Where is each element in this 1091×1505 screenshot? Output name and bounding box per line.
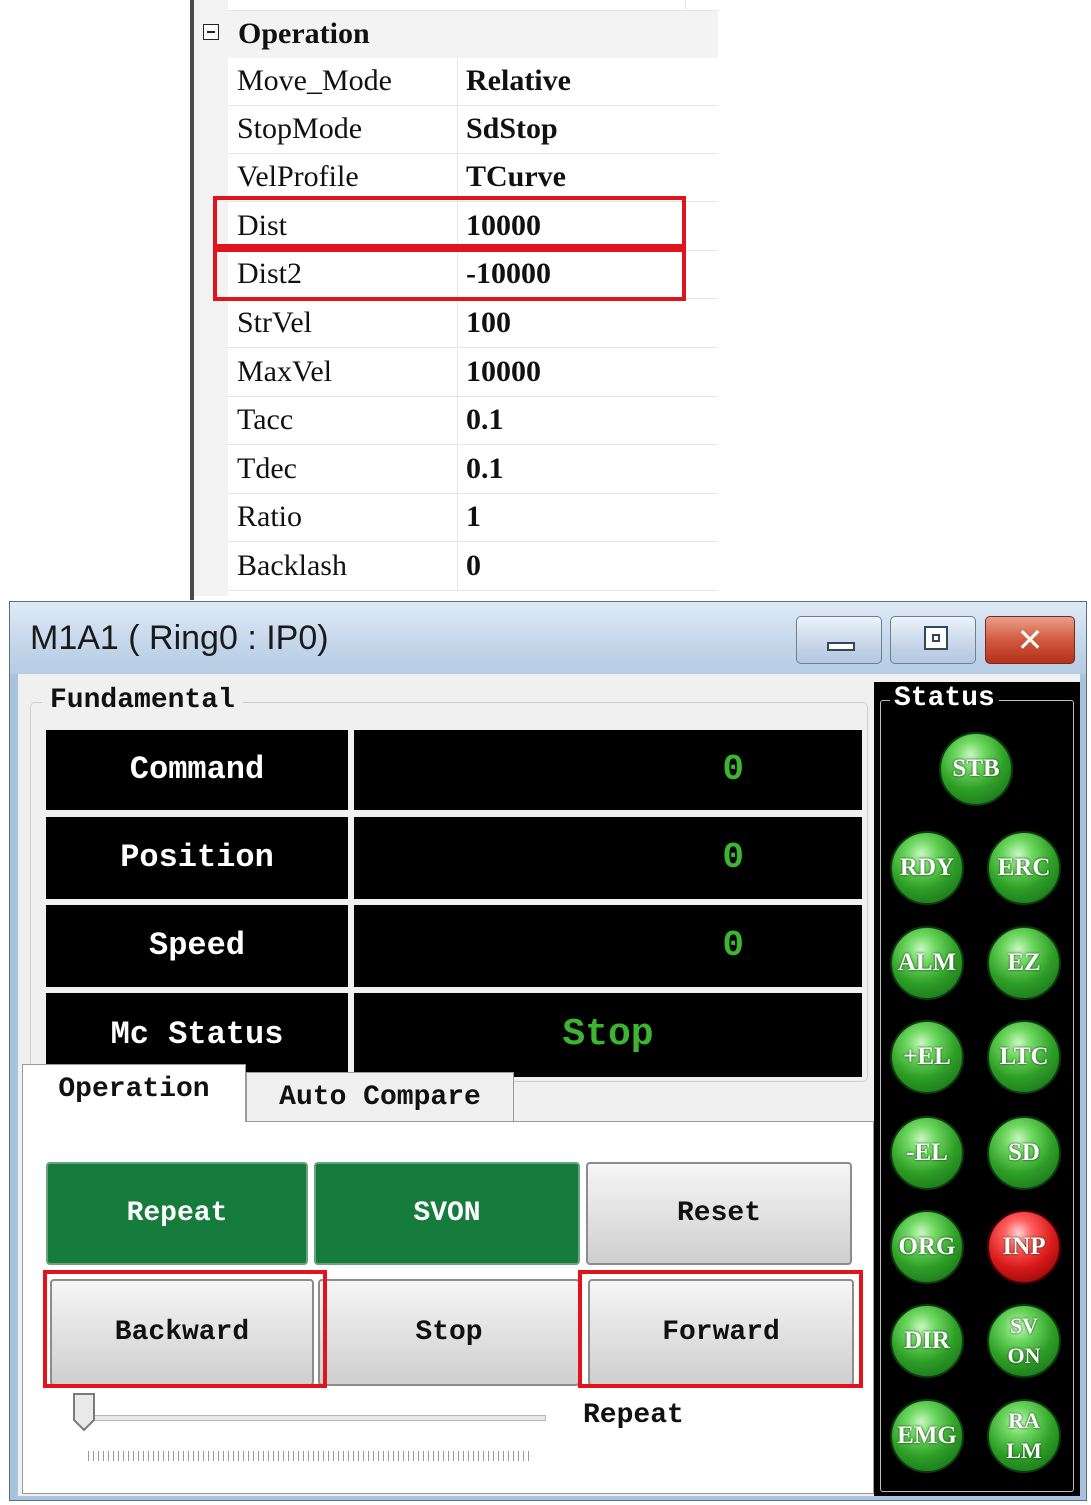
mc-status-value-text: Stop (562, 1013, 654, 1056)
collapse-icon[interactable] (203, 24, 219, 40)
led-rdy: RDY (890, 831, 964, 905)
window-client-area: Fundamental Command 0 Position 0 Speed 0… (18, 674, 1080, 1496)
command-label: Command (46, 730, 348, 810)
property-row-backlash[interactable]: Backlash 0 (228, 543, 718, 591)
led-alm: ALM (890, 926, 964, 1000)
svon-button[interactable]: SVON (314, 1162, 580, 1265)
reset-button[interactable]: Reset (586, 1162, 852, 1265)
position-label: Position (46, 817, 348, 899)
led-org: ORG (890, 1210, 964, 1284)
status-label: Status (890, 684, 999, 714)
property-name: Tdec (237, 452, 297, 485)
minimize-button[interactable] (796, 616, 882, 664)
stop-button[interactable]: Stop (318, 1279, 580, 1386)
motion-control-window: M1A1 ( Ring0 : IP0) ✕ Fundamental Comman… (9, 601, 1087, 1501)
highlight-box-backward (43, 1270, 327, 1388)
property-name: Ratio (237, 500, 302, 533)
maximize-button[interactable] (890, 616, 976, 664)
speed-value: 0 (354, 905, 862, 987)
command-value: 0 (354, 730, 862, 810)
mc-status-value: Stop (354, 993, 862, 1077)
speed-value-text: 0 (722, 925, 744, 966)
led-emg: EMG (890, 1399, 964, 1473)
led-minus-el: -EL (890, 1116, 964, 1190)
property-row-move-mode[interactable]: Move_Mode Relative (228, 58, 718, 106)
property-value[interactable]: TCurve (466, 154, 566, 200)
property-value[interactable]: 0.1 (466, 397, 504, 443)
led-ralm: RALM (987, 1399, 1061, 1473)
repeat-slider-thumb[interactable] (72, 1392, 96, 1432)
property-row-velprofile[interactable]: VelProfile TCurve (228, 154, 718, 202)
led-ltc: LTC (987, 1020, 1061, 1094)
property-name: Move_Mode (237, 64, 392, 97)
led-stb: STB (939, 732, 1013, 806)
property-row-maxvel[interactable]: MaxVel 10000 (228, 349, 718, 397)
repeat-button[interactable]: Repeat (46, 1162, 308, 1265)
title-bar[interactable]: M1A1 ( Ring0 : IP0) ✕ (10, 602, 1086, 674)
led-erc: ERC (987, 831, 1061, 905)
property-name: StrVel (237, 306, 312, 339)
property-value[interactable]: 0.1 (466, 446, 504, 492)
led-dir: DIR (890, 1304, 964, 1378)
minimize-icon (827, 642, 855, 651)
status-panel: Status STB RDY ERC ALM EZ +EL LTC -EL SD… (874, 682, 1080, 1496)
property-value[interactable]: 1 (466, 494, 481, 540)
property-name: Tacc (237, 403, 294, 436)
property-value[interactable]: Relative (466, 58, 571, 104)
maximize-icon (924, 626, 948, 650)
position-value-text: 0 (722, 837, 744, 878)
tab-auto-compare[interactable]: Auto Compare (246, 1072, 514, 1122)
property-value[interactable]: 100 (466, 300, 511, 346)
property-value[interactable]: 10000 (466, 349, 541, 395)
property-name: VelProfile (237, 160, 359, 193)
property-name: Backlash (237, 549, 347, 582)
tab-operation[interactable]: Operation (22, 1064, 246, 1122)
property-name: MaxVel (237, 355, 332, 388)
repeat-slider-track[interactable] (84, 1415, 546, 1421)
highlight-box-dist (213, 196, 686, 248)
fundamental-group-label: Fundamental (42, 686, 243, 716)
property-value[interactable]: 0 (466, 543, 481, 589)
window-title: M1A1 ( Ring0 : IP0) (30, 619, 329, 657)
property-row-stopmode[interactable]: StopMode SdStop (228, 106, 718, 154)
grid-top-row (228, 0, 718, 11)
close-button[interactable]: ✕ (985, 616, 1075, 664)
command-value-text: 0 (722, 749, 744, 790)
property-row-tacc[interactable]: Tacc 0.1 (228, 397, 718, 445)
property-row-tdec[interactable]: Tdec 0.1 (228, 446, 718, 494)
slider-ticks (88, 1451, 532, 1461)
property-value[interactable]: SdStop (466, 106, 558, 152)
led-plus-el: +EL (890, 1020, 964, 1094)
property-row-ratio[interactable]: Ratio 1 (228, 494, 718, 542)
speed-label: Speed (46, 905, 348, 987)
repeat-slider-label: Repeat (583, 1400, 684, 1431)
category-label: Operation (238, 17, 370, 50)
led-svon: SVON (987, 1304, 1061, 1378)
led-inp: INP (987, 1210, 1061, 1284)
close-icon: ✕ (1016, 621, 1044, 659)
highlight-box-dist2 (213, 248, 686, 301)
property-name: StopMode (237, 112, 363, 145)
property-row-strvel[interactable]: StrVel 100 (228, 300, 718, 348)
led-sd: SD (987, 1116, 1061, 1190)
position-value: 0 (354, 817, 862, 899)
led-ez: EZ (987, 926, 1061, 1000)
highlight-box-forward (578, 1270, 863, 1388)
